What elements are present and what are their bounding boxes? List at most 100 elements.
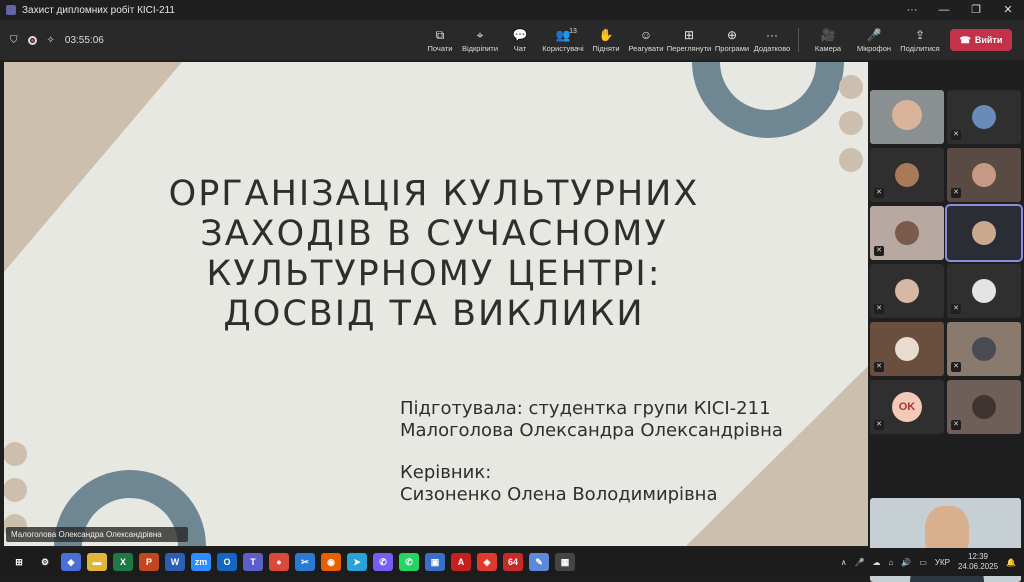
microphone-tray-icon[interactable]: 🎤 <box>855 558 865 567</box>
network-icon[interactable]: ⌂ <box>889 558 894 567</box>
presenter-name-tag: Малоголова Олександра Олександрівна <box>6 527 188 542</box>
file-explorer-icon[interactable]: ▬ <box>87 553 107 571</box>
react-label: Реагувати <box>628 43 664 53</box>
toolbar-actions: ⧉ Почати ⌖ Відкріпити 💬 Чат 👥 13 Користувачі ✋ Під… <box>420 20 943 60</box>
minimize-button[interactable]: — <box>928 0 960 20</box>
prepared-by: Підготувала: студентка групи КІСІ-211 <box>400 398 771 419</box>
participant-video <box>895 221 919 245</box>
share-label: Поділитися <box>900 43 940 53</box>
calculator-icon[interactable]: ▦ <box>555 553 575 571</box>
onedrive-icon[interactable]: ☁ <box>873 558 881 567</box>
share-icon: ⇪ <box>914 27 926 42</box>
notification-icon[interactable]: 🔔 <box>1006 558 1016 567</box>
unpin-icon: ⌖ <box>476 27 484 42</box>
clock-date: 24.06.2025 <box>957 562 999 571</box>
leave-label: Вийти <box>974 35 1003 45</box>
participant-avatar <box>972 279 996 303</box>
copilot-icon[interactable]: ◆ <box>61 553 81 571</box>
viber-icon[interactable]: ✆ <box>373 553 393 571</box>
participant-tile[interactable]: ✕ <box>947 148 1021 202</box>
participant-tile[interactable]: OK ✕ <box>870 380 944 434</box>
camera-icon: 🎥 <box>820 27 836 42</box>
more-icon: ··· <box>766 27 778 42</box>
dot-bottom-2 <box>4 478 27 502</box>
close-button[interactable]: ✕ <box>992 0 1024 20</box>
anydesk-icon[interactable]: ◈ <box>477 553 497 571</box>
share-button[interactable]: ⇪ Поділитися <box>897 20 943 60</box>
participant-tile-speaking[interactable] <box>945 204 1023 262</box>
raise-button[interactable]: ✋ Підняти <box>586 20 626 60</box>
excel-icon[interactable]: X <box>113 553 133 571</box>
maximize-button[interactable]: ❐ <box>960 0 992 20</box>
participant-tile[interactable]: ✕ <box>947 380 1021 434</box>
leave-button[interactable]: ☎ Вийти <box>950 29 1012 51</box>
more-options-button[interactable]: ··· <box>896 0 928 20</box>
save-icon[interactable]: ▣ <box>425 553 445 571</box>
mic-muted-icon: ✕ <box>951 420 961 430</box>
participant-tile[interactable]: ✕ <box>947 90 1021 144</box>
raise-hand-icon: ✋ <box>598 27 614 42</box>
window-controls: ··· — ❐ ✕ <box>896 0 1024 20</box>
view-button[interactable]: ⊞ Переглянути <box>666 20 712 60</box>
apps-button[interactable]: ⊕ Програми <box>712 20 752 60</box>
telegram-icon[interactable]: ➤ <box>347 553 367 571</box>
shared-presentation-slide: ОРГАНІЗАЦІЯ КУЛЬТУРНИХ ЗАХОДІВ В СУЧАСНО… <box>4 62 868 546</box>
battery-icon[interactable]: ▭ <box>919 558 927 567</box>
language-indicator[interactable]: УКР <box>935 558 950 567</box>
mic-muted-icon: ✕ <box>874 362 884 372</box>
windows-start-icon[interactable]: ⊞ <box>9 553 29 571</box>
effects-icon[interactable]: ✧ <box>47 35 55 46</box>
chevron-up-icon[interactable]: ∧ <box>841 558 847 567</box>
paint-icon[interactable]: ✎ <box>529 553 549 571</box>
chrome-icon[interactable]: ● <box>269 553 289 571</box>
word-icon[interactable]: W <box>165 553 185 571</box>
participant-tile[interactable]: ✕ <box>947 322 1021 376</box>
firefox-icon[interactable]: ◉ <box>321 553 341 571</box>
dot-bottom-1 <box>4 442 27 466</box>
people-button[interactable]: 👥 13 Користувачі <box>540 20 586 60</box>
participant-tile[interactable]: ✕ <box>947 264 1021 318</box>
windows-taskbar: ⊞ ⚙ ◆ ▬ X P Wzm O T ● ✂ ◉ ➤ ✆ ✆ ▣ A ◈ 64 ✎ ▦ ∧ 🎤 ☁ ⌂ 🔊 ▭ УКР… <box>0 548 1024 576</box>
participant-video <box>895 337 919 361</box>
participant-tile[interactable]: ✕ <box>870 322 944 376</box>
apps-label: Програми <box>714 43 750 53</box>
chat-button[interactable]: 💬 Чат <box>500 20 540 60</box>
dot-top-1 <box>839 75 863 99</box>
supervisor-label: Керівник: <box>400 462 492 483</box>
mic-muted-icon: ✕ <box>874 420 884 430</box>
participant-tile[interactable] <box>870 90 944 144</box>
react-button[interactable]: ☺ Реагувати <box>626 20 666 60</box>
outlook-icon[interactable]: O <box>217 553 237 571</box>
chat-label: Чат <box>513 43 527 53</box>
recording-icon <box>27 35 37 45</box>
unpin-button[interactable]: ⌖ Відкріпити <box>460 20 500 60</box>
mic-button[interactable]: 🎤 Мікрофон <box>851 20 897 60</box>
smiley-icon: ☺ <box>639 27 653 42</box>
volume-icon[interactable]: 🔊 <box>901 558 911 567</box>
camera-button[interactable]: 🎥 Камера <box>805 20 851 60</box>
participant-tile[interactable]: ✕ <box>870 206 944 260</box>
mic-label: Мікрофон <box>856 43 892 53</box>
participant-tile[interactable]: ✕ <box>870 148 944 202</box>
snipping-tool-icon[interactable]: ✂ <box>295 553 315 571</box>
more-button[interactable]: ··· Додатково <box>752 20 792 60</box>
participant-tile[interactable]: ✕ <box>870 264 944 318</box>
view-icon: ⊞ <box>683 27 695 42</box>
teams-icon[interactable]: T <box>243 553 263 571</box>
dot-top-3 <box>839 148 863 172</box>
dot-top-2 <box>839 111 863 135</box>
shield-icon[interactable]: ⛉ <box>10 35 18 46</box>
zoom-icon[interactable]: zm <box>191 553 211 571</box>
participant-avatar <box>972 105 996 129</box>
whatsapp-icon[interactable]: ✆ <box>399 553 419 571</box>
title-bar: Захист дипломних робіт КІСІ-211 ··· — ❐ … <box>0 0 1024 20</box>
settings-icon[interactable]: ⚙ <box>35 553 55 571</box>
app-64-icon[interactable]: 64 <box>503 553 523 571</box>
acrobat-icon[interactable]: A <box>451 553 471 571</box>
participant-video <box>892 100 922 130</box>
clock[interactable]: 12:39 24.06.2025 <box>958 552 998 572</box>
powerpoint-icon[interactable]: P <box>139 553 159 571</box>
apps-icon: ⊕ <box>726 27 738 42</box>
start-button[interactable]: ⧉ Почати <box>420 20 460 60</box>
system-tray: ∧ 🎤 ☁ ⌂ 🔊 ▭ УКР 12:39 24.06.2025 🔔 <box>841 548 1016 576</box>
